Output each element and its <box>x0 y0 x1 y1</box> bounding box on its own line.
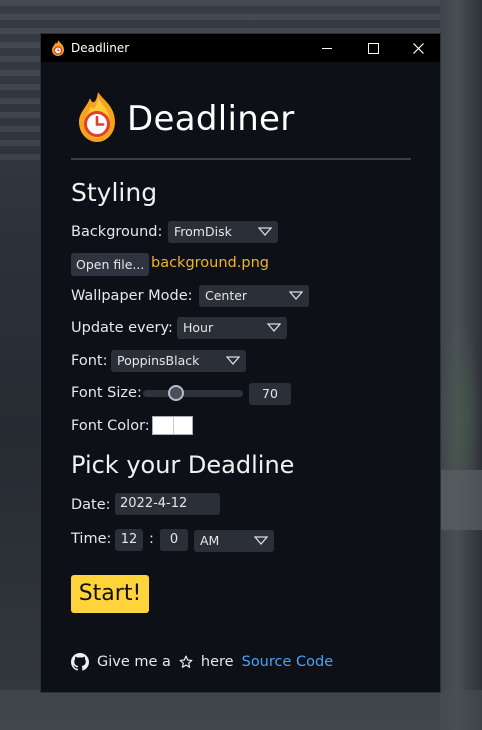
header-divider <box>71 158 411 160</box>
backdrop-floor <box>0 690 482 730</box>
app-window: Deadliner Deadliner Styling Background: … <box>40 33 441 693</box>
time-separator: : <box>149 531 154 547</box>
wallpaper-mode-value: Center <box>205 288 248 303</box>
flame-clock-icon <box>77 92 117 146</box>
flame-clock-icon <box>51 40 65 56</box>
font-select-value: PoppinsBlack <box>117 353 200 368</box>
wallpaper-mode-select[interactable]: Center <box>199 285 309 307</box>
maximize-button[interactable] <box>350 34 396 62</box>
font-select[interactable]: PoppinsBlack <box>111 350 246 372</box>
font-size-label: Font Size: <box>71 385 142 401</box>
footer: Give me a here Source Code <box>71 653 333 671</box>
styling-heading: Styling <box>71 178 158 207</box>
update-every-label: Update every: <box>71 320 173 336</box>
star-icon <box>179 655 193 668</box>
chevron-down-icon <box>267 323 281 332</box>
font-size-slider-track[interactable] <box>143 390 243 397</box>
date-label: Date: <box>71 497 111 513</box>
close-button[interactable] <box>395 34 441 62</box>
background-file-name: background.png <box>151 255 269 271</box>
font-size-value[interactable]: 70 <box>249 383 291 405</box>
minute-input[interactable]: 0 <box>160 529 188 551</box>
date-input[interactable]: 2022-4-12 <box>115 493 220 515</box>
background-label: Background: <box>71 224 163 240</box>
brand-header: Deadliner <box>77 92 295 146</box>
font-label: Font: <box>71 353 108 369</box>
wallpaper-mode-label: Wallpaper Mode: <box>71 288 193 304</box>
chevron-down-icon <box>226 356 240 365</box>
minimize-icon <box>322 47 332 49</box>
chevron-down-icon <box>289 291 303 300</box>
ampm-value: AM <box>200 533 220 548</box>
font-color-swatch[interactable] <box>152 416 193 435</box>
minimize-button[interactable] <box>304 34 350 62</box>
footer-text-before-star: Give me a <box>97 654 171 670</box>
brand-name: Deadliner <box>127 99 295 139</box>
hour-input[interactable]: 12 <box>115 529 143 551</box>
swatch-divider <box>173 417 174 434</box>
background-select-value: FromDisk <box>174 224 232 239</box>
maximize-icon <box>367 42 379 54</box>
open-file-button[interactable]: Open file... <box>71 253 150 276</box>
update-every-select[interactable]: Hour <box>177 317 287 339</box>
backdrop-shelf <box>440 470 482 530</box>
backdrop-plant <box>440 320 482 480</box>
font-size-slider-handle[interactable] <box>168 385 185 401</box>
chevron-down-icon <box>254 536 268 545</box>
deadline-heading: Pick your Deadline <box>71 451 295 479</box>
github-icon <box>71 653 89 671</box>
footer-text-after-star: here <box>200 654 234 670</box>
chevron-down-icon <box>258 227 272 236</box>
title-bar[interactable]: Deadliner <box>41 34 440 62</box>
start-button[interactable]: Start! <box>71 575 149 613</box>
window-title: Deadliner <box>71 41 130 55</box>
ampm-select[interactable]: AM <box>194 530 274 552</box>
background-select[interactable]: FromDisk <box>168 221 278 243</box>
close-icon <box>412 42 424 54</box>
update-every-value: Hour <box>183 320 214 335</box>
time-label: Time: <box>71 531 112 547</box>
source-code-link[interactable]: Source Code <box>242 654 334 670</box>
font-color-label: Font Color: <box>71 418 150 434</box>
